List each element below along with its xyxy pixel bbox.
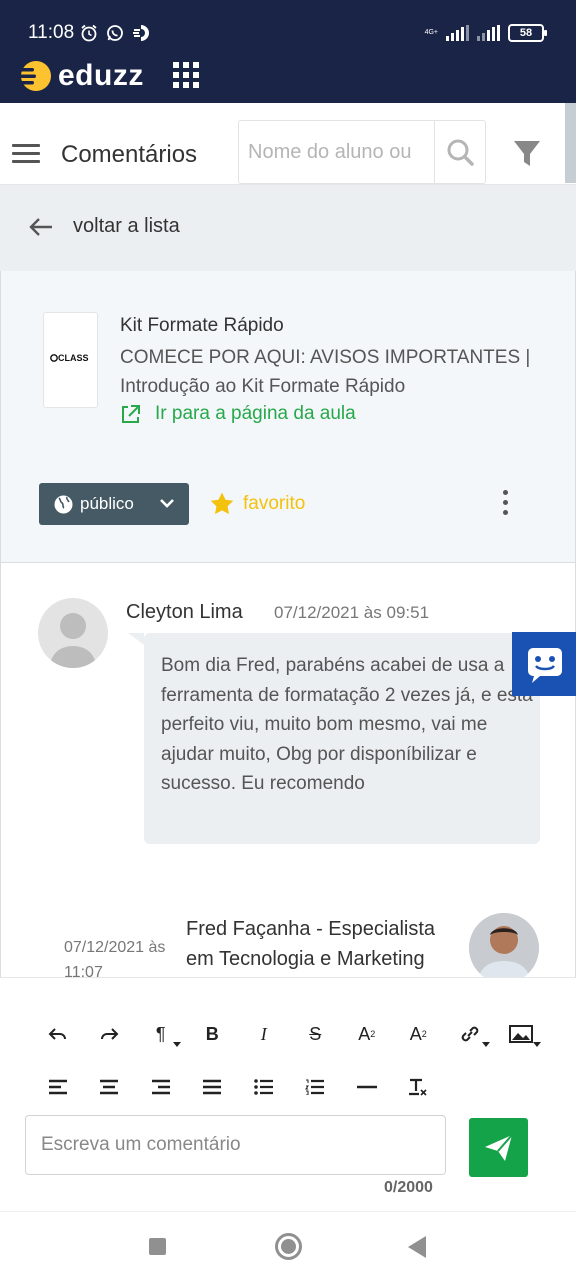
app-bar: eduzz <box>0 52 576 103</box>
reply-avatar <box>469 913 539 977</box>
align-left-icon[interactable] <box>32 1072 84 1102</box>
back-icon[interactable] <box>408 1236 426 1258</box>
comment-bubble: Bom dia Fred, parabéns acabei de usa a f… <box>128 633 540 844</box>
editor-toolbar-row2 <box>32 1072 444 1102</box>
comment-date: 07/12/2021 às 09:51 <box>274 603 430 622</box>
reply-date: 07/12/2021 às 11:07 <box>64 939 166 977</box>
lesson-thumbnail: CLASS <box>43 312 98 408</box>
arrow-left-icon <box>29 218 52 236</box>
subscript-icon[interactable]: A2 <box>393 1019 445 1049</box>
system-nav-bar <box>0 1211 576 1280</box>
comment-text: Bom dia Fred, parabéns acabei de usa a f… <box>161 655 533 794</box>
battery-level: 58 <box>519 27 533 39</box>
filter-icon <box>514 141 540 166</box>
superscript-icon[interactable]: A2 <box>341 1019 393 1049</box>
brand-name: eduzz <box>58 59 144 92</box>
horizontal-rule-icon[interactable] <box>341 1072 393 1102</box>
undo-icon[interactable] <box>32 1019 84 1049</box>
search-button[interactable] <box>434 121 486 183</box>
page-toolbar: Comentários <box>0 103 576 185</box>
chat-widget-button[interactable] <box>512 632 576 696</box>
eduzz-logo-icon <box>16 61 51 91</box>
paragraph-icon[interactable]: ¶ <box>135 1019 187 1049</box>
status-icons <box>80 24 150 42</box>
back-label: voltar a lista <box>73 215 180 237</box>
send-button[interactable] <box>469 1118 528 1177</box>
filter-button[interactable] <box>508 137 546 171</box>
favorite-label: favorito <box>243 492 306 514</box>
lesson-card: CLASS Kit Formate Rápido COMECE POR AQUI… <box>0 271 576 563</box>
search-input[interactable] <box>239 121 433 183</box>
signal-icon-2 <box>477 25 500 41</box>
search-box <box>238 120 486 184</box>
redo-icon[interactable] <box>84 1019 136 1049</box>
thumbnail-text: CLASS <box>58 353 89 363</box>
send-icon <box>485 1134 513 1161</box>
comment-editor: ¶ B I S A2 A2 0/2000 <box>0 977 576 1211</box>
battery-icon: 58 <box>508 24 547 42</box>
bullet-list-icon[interactable] <box>238 1072 290 1102</box>
image-icon[interactable] <box>496 1019 548 1049</box>
status-right: 4G+ 58 <box>424 24 547 42</box>
globe-icon <box>54 495 73 513</box>
bold-icon[interactable]: B <box>187 1019 239 1049</box>
star-icon <box>210 492 234 515</box>
go-to-lesson-label: Ir para a página da aula <box>155 403 356 424</box>
thumbnail-logo: CLASS <box>50 353 89 363</box>
external-link-icon <box>122 404 140 423</box>
comment-input[interactable] <box>26 1116 445 1174</box>
app-notification-icon <box>132 24 150 42</box>
lesson-path: COMECE POR AQUI: AVISOS IMPORTANTES | In… <box>120 347 531 397</box>
editor-toolbar-row1: ¶ B I S A2 A2 <box>32 1019 547 1049</box>
alarm-icon <box>80 24 98 42</box>
back-to-list[interactable]: voltar a lista <box>0 185 576 271</box>
course-name: Kit Formate Rápido <box>120 315 284 336</box>
status-time: 11:08 <box>28 22 75 43</box>
search-icon <box>447 139 474 166</box>
chevron-down-icon <box>160 499 174 508</box>
character-counter: 0/2000 <box>384 1179 433 1196</box>
eduzz-logo[interactable]: eduzz <box>16 58 144 94</box>
apps-grid-icon[interactable] <box>173 62 199 88</box>
scrollbar-thumb[interactable] <box>565 103 576 183</box>
avatar <box>38 598 108 668</box>
signal-icon <box>446 25 469 41</box>
menu-icon[interactable] <box>12 144 40 164</box>
go-to-lesson-link[interactable]: Ir para a página da aula <box>120 403 356 425</box>
status-bar: 11:08 4G+ 58 <box>0 0 576 52</box>
comment-input-wrapper <box>25 1115 446 1175</box>
comment-author: Cleyton Lima <box>126 601 243 623</box>
comments-thread: Cleyton Lima 07/12/2021 às 09:51 Bom dia… <box>0 563 576 977</box>
chat-icon <box>528 648 562 683</box>
more-options-icon[interactable] <box>498 490 512 518</box>
numbered-list-icon[interactable] <box>290 1072 342 1102</box>
reply-author: Fred Façanha - Especialista em Tecnologi… <box>186 918 436 970</box>
home-icon[interactable] <box>275 1233 302 1260</box>
visibility-dropdown[interactable]: público <box>39 483 189 525</box>
page-title: Comentários <box>61 141 198 168</box>
link-icon[interactable] <box>444 1019 496 1049</box>
visibility-label: público <box>80 494 134 513</box>
favorite-toggle[interactable]: favorito <box>209 491 305 516</box>
recent-apps-icon[interactable] <box>149 1238 166 1255</box>
clear-format-icon[interactable] <box>393 1072 445 1102</box>
align-center-icon[interactable] <box>84 1072 136 1102</box>
whatsapp-icon <box>106 24 124 42</box>
align-right-icon[interactable] <box>135 1072 187 1102</box>
italic-icon[interactable]: I <box>238 1019 290 1049</box>
strikethrough-icon[interactable]: S <box>290 1019 342 1049</box>
network-label: 4G+ <box>424 29 438 36</box>
align-justify-icon[interactable] <box>187 1072 239 1102</box>
